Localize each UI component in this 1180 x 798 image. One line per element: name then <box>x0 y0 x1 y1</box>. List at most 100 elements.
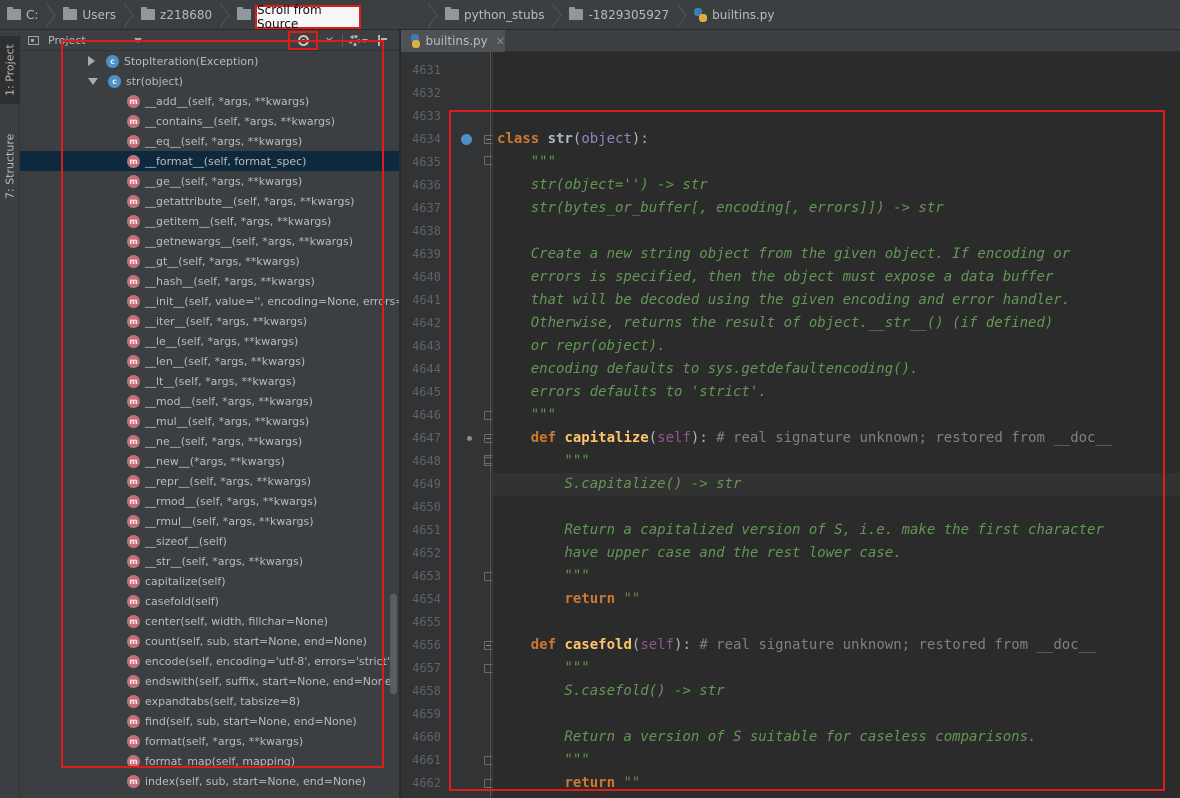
tree-node-label: __ne__(self, *args, **kwargs) <box>145 434 303 448</box>
tree-node-method[interactable]: m __new__(*args, **kwargs) <box>20 451 399 471</box>
tree-node-method[interactable]: m __rmul__(self, *args, **kwargs) <box>20 511 399 531</box>
tree-node-label: endswith(self, suffix, start=None, end=N… <box>145 674 396 688</box>
tree-node-label: __sizeof__(self) <box>145 534 227 548</box>
method-icon: m <box>127 414 140 428</box>
tree-node-label: __len__(self, *args, **kwargs) <box>145 354 306 368</box>
code-token: ( <box>648 430 658 446</box>
breadcrumb-item[interactable]: C: <box>0 0 42 30</box>
tree-node-method[interactable]: m __ge__(self, *args, **kwargs) <box>20 171 399 191</box>
tree-node-label: __contains__(self, *args, **kwargs) <box>145 114 335 128</box>
tree-node-method[interactable]: m __iter__(self, *args, **kwargs) <box>20 311 399 331</box>
line-number: 4657 <box>412 661 441 675</box>
tree-node-method[interactable]: m __lt__(self, *args, **kwargs) <box>20 371 399 391</box>
tree-node-method[interactable]: m __format__(self, format_spec) <box>20 151 399 171</box>
tree-node-label: __mod__(self, *args, **kwargs) <box>145 394 313 408</box>
tree-node-method[interactable]: m index(self, sub, start=None, end=None) <box>20 771 399 791</box>
chevron-down-icon[interactable] <box>362 38 368 43</box>
tree-node-method[interactable]: m __add__(self, *args, **kwargs) <box>20 91 399 111</box>
close-icon[interactable]: ✕ <box>496 35 505 48</box>
hide-panel-icon[interactable] <box>378 35 387 46</box>
tree-node-method[interactable]: m __str__(self, *args, **kwargs) <box>20 551 399 571</box>
line-number: 4653 <box>412 569 441 583</box>
tree-node-method[interactable]: m __eq__(self, *args, **kwargs) <box>20 131 399 151</box>
method-icon: m <box>127 614 140 628</box>
chevron-down-icon[interactable] <box>133 37 142 43</box>
code-token: return <box>564 775 624 791</box>
breadcrumb-item[interactable]: Users <box>56 0 120 30</box>
code-token: str(object='') -> str <box>497 177 708 193</box>
code-line: encoding defaults to sys.getdefaultencod… <box>493 358 1180 381</box>
code-line: def capitalize(self): # real signature u… <box>493 427 1180 450</box>
tree-node-method[interactable]: m format_map(self, mapping) <box>20 751 399 771</box>
code-token: class <box>497 131 548 147</box>
tool-window-tab-project[interactable]: 1: Project <box>0 36 20 104</box>
tree-node-method[interactable]: m __getnewargs__(self, *args, **kwargs) <box>20 231 399 251</box>
tree-node-label: __repr__(self, *args, **kwargs) <box>145 474 311 488</box>
tree-node-method[interactable]: m __le__(self, *args, **kwargs) <box>20 331 399 351</box>
tree-node-method[interactable]: m __contains__(self, *args, **kwargs) <box>20 111 399 131</box>
tree-node-label: __rmod__(self, *args, **kwargs) <box>145 494 318 508</box>
code-line: that will be decoded using the given enc… <box>493 289 1180 312</box>
line-number: 4652 <box>412 546 441 560</box>
tree-node-method[interactable]: m __len__(self, *args, **kwargs) <box>20 351 399 371</box>
tree-node-label: format(self, *args, **kwargs) <box>145 734 304 748</box>
method-icon: m <box>127 434 140 448</box>
tree-node-method[interactable]: m capitalize(self) <box>20 571 399 591</box>
tree-node-method[interactable]: m __getitem__(self, *args, **kwargs) <box>20 211 399 231</box>
method-icon: m <box>127 734 140 748</box>
project-panel-toolbar <box>288 30 387 51</box>
expand-arrow-down-icon[interactable] <box>88 77 98 85</box>
tree-node-method[interactable]: m __init__(self, value='', encoding=None,… <box>20 291 399 311</box>
tree-node-method[interactable]: m __mul__(self, *args, **kwargs) <box>20 411 399 431</box>
code-line: or repr(object). <box>493 335 1180 358</box>
tree-node-method[interactable]: m __mod__(self, *args, **kwargs) <box>20 391 399 411</box>
collapse-all-icon[interactable] <box>324 35 336 47</box>
project-panel: Project c StopIteration(Exception) c str(ob… <box>20 30 400 798</box>
tree-node-method[interactable]: m center(self, width, fillchar=None) <box>20 611 399 631</box>
tree-node-method[interactable]: m find(self, sub, start=None, end=None) <box>20 711 399 731</box>
tab-builtins-py[interactable]: builtins.py ✕ <box>401 30 505 52</box>
tree-node-method[interactable]: m __ne__(self, *args, **kwargs) <box>20 431 399 451</box>
line-number: 4635 <box>412 155 441 169</box>
tree-node-method[interactable]: m encode(self, encoding='utf-8', errors='… <box>20 651 399 671</box>
tree-node-method[interactable]: m count(self, sub, start=None, end=None) <box>20 631 399 651</box>
tree-node-method[interactable]: m expandtabs(self, tabsize=8) <box>20 691 399 711</box>
code-token: that will be decoded using the given enc… <box>497 292 1071 308</box>
line-number: 4632 <box>412 86 441 100</box>
expand-arrow-right-icon[interactable] <box>88 56 95 66</box>
project-panel-header: Project <box>20 30 399 51</box>
tree-node-method[interactable]: m __getattribute__(self, *args, **kwargs) <box>20 191 399 211</box>
tree-node-label: __le__(self, *args, **kwargs) <box>145 334 299 348</box>
toolbar-divider <box>342 34 343 47</box>
tree-node-method[interactable]: m format(self, *args, **kwargs) <box>20 731 399 751</box>
breadcrumb-item[interactable]: z218680 <box>134 0 216 30</box>
editor-gutter: 4631 4632 4633 4634 4635 4636 4637 4638 4639 4640… <box>401 52 493 798</box>
tool-window-tab-structure[interactable]: 7: Structure <box>0 126 20 206</box>
tree-node-method[interactable]: m __sizeof__(self) <box>20 531 399 551</box>
code-area[interactable]: class str(object): """ str(object='') ->… <box>493 52 1180 798</box>
method-icon: m <box>127 174 140 188</box>
tree-node-method[interactable]: m __rmod__(self, *args, **kwargs) <box>20 491 399 511</box>
tree-node-method[interactable]: m __hash__(self, *args, **kwargs) <box>20 271 399 291</box>
gear-icon[interactable] <box>349 35 360 46</box>
tree-node-label: __getattribute__(self, *args, **kwargs) <box>145 194 355 208</box>
overrides-icon[interactable] <box>461 134 472 145</box>
tree-node-method[interactable]: m casefold(self) <box>20 591 399 611</box>
breadcrumb-item[interactable]: python_stubs <box>438 0 548 30</box>
tree-scrollbar[interactable] <box>390 594 397 694</box>
ide-window: C:Usersz218680.PyCharmpython_stubs-18293… <box>0 0 1180 798</box>
tree-node-method[interactable]: m __gt__(self, *args, **kwargs) <box>20 251 399 271</box>
breadcrumb-separator <box>550 0 562 30</box>
tree-node-method[interactable]: m __repr__(self, *args, **kwargs) <box>20 471 399 491</box>
breadcrumb-item[interactable]: builtins.py <box>687 0 778 30</box>
tree-node-method[interactable]: m endswith(self, suffix, start=None, end=… <box>20 671 399 691</box>
project-view-selector[interactable]: Project <box>20 30 142 51</box>
tree-node-label: index(self, sub, start=None, end=None) <box>145 774 366 788</box>
tree-node-label: StopIteration(Exception) <box>124 54 259 68</box>
breadcrumb-item[interactable]: -1829305927 <box>562 0 673 30</box>
scroll-from-source-button[interactable] <box>288 31 318 50</box>
tree-node-class[interactable]: c str(object) <box>20 71 399 91</box>
breadcrumb-separator <box>218 0 230 30</box>
tree-node-class[interactable]: c StopIteration(Exception) <box>20 51 399 71</box>
